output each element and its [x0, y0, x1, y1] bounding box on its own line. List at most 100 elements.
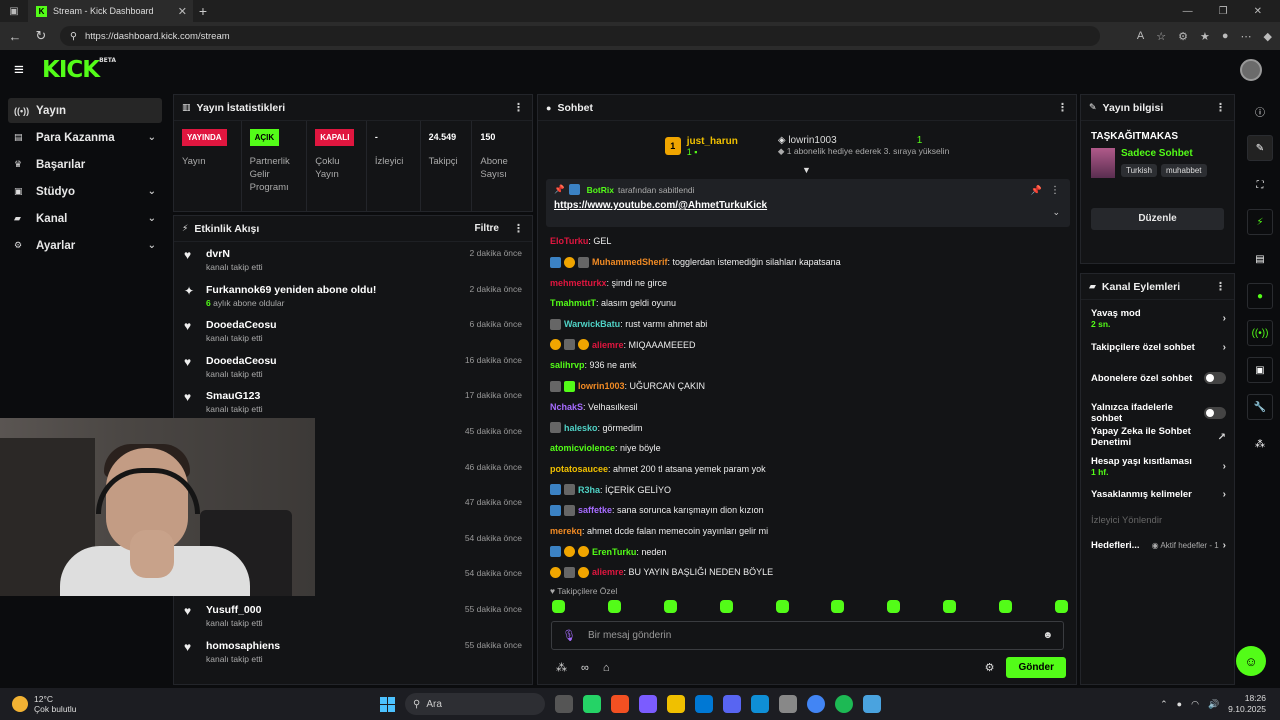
wifi-icon[interactable]: ◠	[1191, 699, 1199, 710]
chat-username[interactable]: TmahmutT	[550, 298, 596, 308]
last-gifter[interactable]: ◈ lowrin1003 1 ◆ 1 abonelik hediye ederek…	[778, 135, 949, 157]
lightning-icon[interactable]: ⚡	[1247, 209, 1273, 235]
kebab-icon[interactable]: ⋮	[1215, 101, 1226, 114]
chat-message[interactable]: potatosaucee: ahmet 200 tl atsana yemek …	[550, 459, 1070, 480]
chat-username[interactable]: R3ha	[578, 485, 600, 495]
chat-username[interactable]: salihrvp	[550, 360, 585, 370]
app-icon[interactable]	[779, 695, 797, 713]
sidebar-item-basarilar[interactable]: ♛ Başarılar	[8, 152, 162, 177]
chat-message[interactable]: aliemre: BU YAYIN BAŞLIĞI NEDEN BÖYLE	[550, 562, 1070, 583]
store-icon[interactable]: ⌂	[603, 662, 610, 674]
followers-chat-option[interactable]: Takipçilere özel sohbet ›	[1081, 342, 1236, 353]
top-gifter[interactable]: 1 just_harun 1 ▪	[664, 136, 738, 157]
emotes-only-toggle[interactable]	[1204, 407, 1226, 419]
chat-username[interactable]: NchakS	[550, 402, 583, 412]
chat-message[interactable]: EloTurku: GEL	[550, 231, 1070, 252]
chat-username[interactable]: aliemre	[592, 567, 624, 577]
back-icon[interactable]: ←	[8, 29, 22, 44]
favorite-star-icon[interactable]: ☆	[1156, 30, 1166, 43]
taskbar-search[interactable]: ⚲ Ara	[405, 693, 545, 715]
sidebar-item-para-kazanma[interactable]: ▤ Para Kazanma ⌄	[8, 125, 162, 150]
minimize-icon[interactable]: —	[1183, 6, 1193, 17]
wrench-icon[interactable]: 🔧	[1247, 394, 1273, 420]
favorites-icon[interactable]: ★	[1200, 30, 1210, 43]
browser-tab[interactable]: K Stream - Kick Dashboard ✕	[28, 0, 193, 22]
filter-button[interactable]: Filtre	[475, 223, 499, 234]
chat-message[interactable]: aliemre: MIQAAAMEEED	[550, 334, 1070, 355]
maximize-icon[interactable]: ❐	[1219, 6, 1228, 17]
discord-icon[interactable]	[723, 695, 741, 713]
spotify-icon[interactable]	[835, 695, 853, 713]
chat-message[interactable]: halesko: görmedim	[550, 417, 1070, 438]
storage-icon[interactable]: ▣	[1247, 357, 1273, 383]
chat-message[interactable]: WarwickBatu: rust varmı ahmet abi	[550, 314, 1070, 335]
chat-username[interactable]: mehmetturkx	[550, 278, 607, 288]
category-name[interactable]: Sadece Sohbet	[1121, 148, 1207, 159]
collapse-icon[interactable]: ▼	[802, 165, 811, 175]
emote-icon[interactable]	[831, 600, 845, 613]
chat-input[interactable]: 🎙 Bir mesaj gönderin ☻	[551, 621, 1064, 650]
app-icon[interactable]	[863, 695, 881, 713]
whatsapp-icon[interactable]	[583, 695, 601, 713]
url-field[interactable]: ⚲ https://dashboard.kick.com/stream	[60, 26, 1100, 46]
sidebar-item-kanal[interactable]: ▰ Kanal ⌄	[8, 206, 162, 231]
sidebar-item-yayin[interactable]: ((•)) Yayın	[8, 98, 162, 123]
send-button[interactable]: Gönder	[1006, 657, 1066, 678]
chat-message[interactable]: TmahmutT: alasım geldi oyunu	[550, 293, 1070, 314]
copilot-icon[interactable]: ◆	[1264, 30, 1272, 43]
chat-username[interactable]: EloTurku	[550, 236, 588, 246]
kebab-icon[interactable]: ⋮	[513, 222, 524, 235]
chrome-icon[interactable]	[807, 695, 825, 713]
emote-icon[interactable]	[663, 600, 677, 613]
chat-username[interactable]: potatosaucee	[550, 464, 608, 474]
read-aloud-icon[interactable]: A	[1137, 30, 1144, 43]
chat-username[interactable]: merekq	[550, 526, 582, 536]
chevron-down-icon[interactable]: ⌄	[1052, 207, 1060, 218]
emote-icon[interactable]	[775, 600, 789, 613]
clock[interactable]: 18:26 9.10.2025	[1228, 693, 1266, 715]
subscribers-chat-toggle[interactable]	[1204, 372, 1226, 384]
infinity-icon[interactable]: ∞	[581, 662, 589, 674]
chat-message[interactable]: atomicviolence: niye böyle	[550, 438, 1070, 459]
windows-start-icon[interactable]	[380, 696, 395, 712]
edit-button[interactable]: Düzenle	[1091, 208, 1224, 230]
chevron-up-icon[interactable]: ⌃	[1160, 699, 1168, 710]
chat-message[interactable]: ErenTurku: neden	[550, 541, 1070, 562]
volume-icon[interactable]: 🔊	[1208, 699, 1219, 710]
mail-icon[interactable]	[695, 695, 713, 713]
info-icon[interactable]: ⓘ	[1247, 98, 1273, 124]
crop-icon[interactable]: ⛶	[1247, 172, 1273, 198]
tray-app-icon[interactable]: ●	[1177, 699, 1182, 709]
chat-message[interactable]: mehmetturkx: şimdi ne girce	[550, 272, 1070, 293]
banned-words-option[interactable]: Yasaklanmış kelimeler ›	[1081, 489, 1236, 500]
unpin-icon[interactable]: 📌	[1031, 185, 1042, 196]
chat-username[interactable]: saffetke	[578, 505, 612, 515]
chat-username[interactable]: halesko	[564, 423, 598, 433]
close-window-icon[interactable]: ✕	[1254, 6, 1262, 17]
kick-logo[interactable]: KICKBETA	[42, 57, 116, 83]
profile-icon[interactable]: ●	[1222, 30, 1229, 43]
new-tab-icon[interactable]: +	[193, 3, 213, 19]
chat-message[interactable]: MuhammedSherif: togglerdan istemediğin s…	[550, 252, 1070, 273]
chat-username[interactable]: ErenTurku	[592, 547, 636, 557]
emote-icon[interactable]	[719, 600, 733, 613]
site-info-icon[interactable]: ⚲	[70, 31, 77, 42]
emoji-icon[interactable]: ☻	[1042, 630, 1053, 641]
tab-actions-icon[interactable]: ▣	[0, 0, 28, 22]
pinned-link[interactable]: https://www.youtube.com/@AhmetTurkuKick	[554, 200, 1062, 211]
chat-message[interactable]: saffetke: sana sorunca karışmayın dion k…	[550, 500, 1070, 521]
menu-icon[interactable]: ≡	[14, 60, 36, 80]
chat-message[interactable]: NchakS: Velhasılkesil	[550, 397, 1070, 418]
weather-widget[interactable]: 12°C Çok bulutlu	[0, 694, 380, 714]
kebab-icon[interactable]: ⋮	[513, 101, 524, 114]
store-app-icon[interactable]	[611, 695, 629, 713]
chat-username[interactable]: MuhammedSherif	[592, 257, 668, 267]
sidebar-item-ayarlar[interactable]: ⚙ Ayarlar ⌄	[8, 233, 162, 258]
chat-message[interactable]: merekq: ahmet dcde falan memecoin yayınl…	[550, 521, 1070, 542]
chat-username[interactable]: aliemre	[592, 340, 624, 350]
chat-message[interactable]: R3ha: İÇERİK GELİYO	[550, 479, 1070, 500]
points-icon[interactable]: ⁂	[556, 661, 567, 674]
microphone-icon[interactable]: 🎙	[562, 629, 576, 642]
points-icon[interactable]: ⁂	[1247, 431, 1273, 457]
emote-icon[interactable]	[1054, 600, 1068, 613]
